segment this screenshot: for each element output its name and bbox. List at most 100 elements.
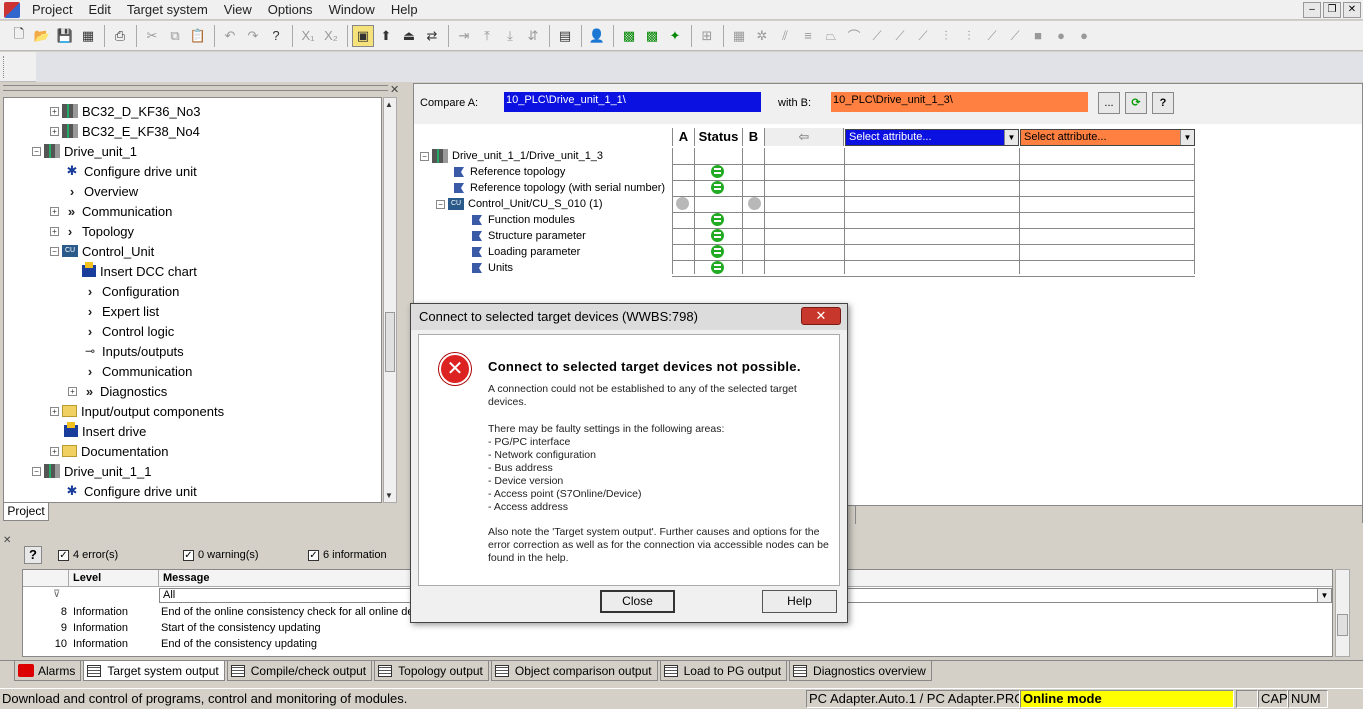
tab-object-comparison-output[interactable]: Object comparison output (490, 661, 658, 681)
expand-icon[interactable]: + (50, 206, 59, 216)
information-checkbox[interactable]: ✓ (308, 549, 319, 561)
expand-icon[interactable]: + (50, 126, 59, 136)
tree-item[interactable]: › Communication (82, 361, 193, 381)
formula-x2-icon[interactable]: X₂ (320, 25, 342, 47)
tool-4-icon[interactable]: ≡ (797, 25, 819, 47)
load-cpu-icon[interactable]: ⬆ (375, 25, 397, 47)
filter-icon[interactable]: ⊽ (53, 589, 60, 600)
compare-a-field[interactable]: 10_PLC\Drive_unit_1_1\ (504, 92, 761, 112)
comparison-row[interactable]: Reference topology (with serial number) (454, 180, 665, 196)
tree-item[interactable]: Insert drive (64, 421, 146, 441)
tree-item[interactable]: › Configuration (82, 281, 180, 301)
menu-item-edit[interactable]: Edit (80, 0, 118, 20)
tree-item[interactable]: + Documentation (50, 441, 168, 461)
context-help-icon[interactable]: ? (265, 25, 287, 47)
menu-item-project[interactable]: Project (24, 0, 80, 20)
comparison-row[interactable]: − CU Control_Unit/CU_S_010 (1) (436, 196, 603, 212)
tab-alarms[interactable]: Alarms (14, 661, 82, 681)
errors-checkbox[interactable]: ✓ (58, 549, 69, 561)
copy-icon[interactable]: ⧉ (164, 25, 186, 47)
close-icon[interactable]: ✕ (390, 83, 399, 96)
toolbar-grip[interactable] (3, 56, 6, 78)
tool-1-icon[interactable]: ▦ (728, 25, 750, 47)
redo-icon[interactable]: ↷ (242, 25, 264, 47)
app-icon[interactable] (4, 1, 20, 18)
scroll-up-icon[interactable]: ▲ (385, 100, 393, 109)
download-icon[interactable]: ⇥ (453, 25, 475, 47)
save-icon[interactable]: 💾 (54, 25, 76, 47)
tool-3-icon[interactable]: ⫽ (774, 25, 796, 47)
compare-icon[interactable]: ⇵ (522, 25, 544, 47)
comparison-row[interactable]: Units (472, 260, 513, 276)
new-icon[interactable]: 🗋 (8, 25, 30, 47)
tab-target-system-output[interactable]: Target system output (83, 661, 225, 681)
back-arrow-icon[interactable]: ⇦ (764, 128, 844, 146)
tool-2-icon[interactable]: ✲ (751, 25, 773, 47)
restore-icon[interactable]: ❐ (1323, 2, 1341, 18)
paste-icon[interactable]: 📋 (187, 25, 209, 47)
tree-item[interactable]: › Overview (64, 181, 138, 201)
tool-6-icon[interactable]: ⌒ (843, 25, 865, 47)
print-icon[interactable]: ⎙ (109, 25, 131, 47)
menu-item-target-system[interactable]: Target system (119, 0, 216, 20)
connect-target-icon[interactable]: ▣ (352, 24, 374, 47)
tree-item[interactable]: + BC32_D_KF36_No3 (50, 101, 201, 121)
scroll-thumb[interactable] (1337, 614, 1348, 636)
chevron-down-icon[interactable]: ▼ (1180, 130, 1194, 145)
tree-scrollbar[interactable]: ▲ ▼ (383, 97, 397, 503)
refresh-icon[interactable]: ⟳ (1125, 92, 1147, 114)
close-button[interactable]: Close (600, 590, 675, 613)
tab-diagnostics-overview[interactable]: Diagnostics overview (789, 661, 932, 681)
cut-icon[interactable]: ✂ (141, 25, 163, 47)
scroll-thumb[interactable] (385, 312, 395, 372)
tool-11-icon[interactable]: ⫶ (958, 25, 980, 47)
function-generator-icon[interactable]: ✦ (664, 25, 686, 47)
comparison-row[interactable]: Structure parameter (472, 228, 586, 244)
scroll-down-icon[interactable]: ▼ (385, 491, 393, 500)
menu-item-window[interactable]: Window (321, 0, 383, 20)
expand-icon[interactable]: + (50, 446, 59, 456)
tree-item[interactable]: ⊸ Inputs/outputs (82, 341, 184, 361)
comparison-row[interactable]: − Drive_unit_1_1/Drive_unit_1_3 (420, 148, 603, 164)
user-icon[interactable]: 👤 (586, 25, 608, 47)
tree-item[interactable]: − Drive_unit_1 (32, 141, 137, 161)
expand-icon[interactable]: + (68, 386, 77, 396)
comparison-row[interactable]: Function modules (472, 212, 575, 228)
minimize-icon[interactable]: – (1303, 2, 1321, 18)
tree-item[interactable]: Insert DCC chart (82, 261, 197, 281)
tree-item[interactable]: + BC32_E_KF38_No4 (50, 121, 200, 141)
tree-item[interactable]: + » Communication (50, 201, 172, 221)
panel-grip[interactable] (3, 85, 388, 91)
tool-15-icon[interactable]: ● (1050, 25, 1072, 47)
select-attribute-a[interactable]: Select attribute... ▼ (845, 129, 1019, 146)
comparison-row[interactable]: Loading parameter (472, 244, 580, 260)
chevron-down-icon[interactable]: ▼ (1317, 589, 1331, 602)
tab-topology-output[interactable]: Topology output (374, 661, 489, 681)
tool-7-icon[interactable]: ⟋ (866, 25, 888, 47)
collapse-icon[interactable]: − (436, 199, 445, 209)
tool-9-icon[interactable]: ⟋ (912, 25, 934, 47)
compare-b-field[interactable]: 10_PLC\Drive_unit_1_3\ (831, 92, 1088, 112)
help-button[interactable]: Help (762, 590, 837, 613)
browse-button[interactable]: ... (1098, 92, 1120, 114)
measure-icon[interactable]: ▩ (641, 25, 663, 47)
tree-item[interactable]: − Drive_unit_1_1 (32, 461, 151, 481)
chevron-down-icon[interactable]: ▼ (1004, 130, 1018, 145)
load-project-icon[interactable]: ⏏ (398, 25, 420, 47)
tool-5-icon[interactable]: ⏢ (820, 25, 842, 47)
formula-x1-icon[interactable]: X₁ (297, 25, 319, 47)
tree-item[interactable]: − CU Control_Unit (50, 241, 154, 261)
accessible-nodes-icon[interactable]: ▤ (554, 25, 576, 47)
help-icon[interactable]: ? (24, 546, 42, 564)
tool-8-icon[interactable]: ⟋ (889, 25, 911, 47)
close-icon[interactable]: ✕ (3, 535, 11, 546)
close-icon[interactable]: ✕ (1343, 2, 1361, 18)
tree-item[interactable]: ✱ Configure drive unit (64, 481, 197, 501)
tab-load-to-pg-output[interactable]: Load to PG output (659, 661, 788, 681)
upload-icon[interactable]: ⤒ (476, 25, 498, 47)
warnings-checkbox[interactable]: ✓ (183, 549, 194, 561)
tool-12-icon[interactable]: ⟋ (981, 25, 1003, 47)
copy-ram-rom-icon[interactable]: ⇄ (421, 25, 443, 47)
table-row[interactable]: 10 Information End of the consistency upda… (23, 636, 1332, 652)
expand-icon[interactable]: + (50, 226, 59, 236)
